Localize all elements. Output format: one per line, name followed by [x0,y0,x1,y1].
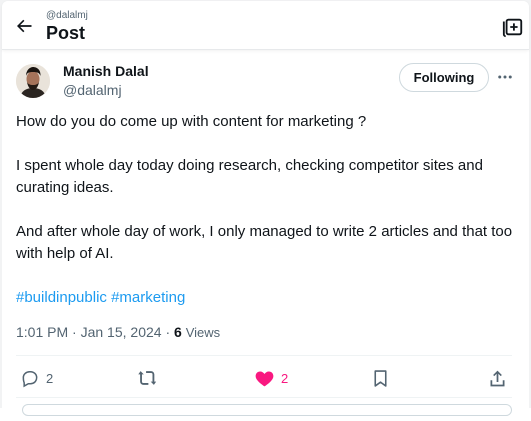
add-to-list-button[interactable] [501,15,525,39]
views-label: Views [185,325,221,340]
page-title: Post [46,23,86,43]
following-button[interactable]: Following [399,63,489,92]
share-icon [490,370,505,386]
share-button[interactable] [487,366,508,390]
hashtag-link[interactable]: #marketing [111,289,185,306]
post-text-paragraph-3: And after whole day of work, I only mana… [16,223,513,262]
author-handle[interactable]: @dalalmj [63,82,122,98]
post-date[interactable]: Jan 15, 2024 [81,324,162,340]
hashtag-link[interactable]: #buildinpublic [16,289,107,306]
post-text-paragraph-1: How do you do come up with content for m… [16,113,367,130]
post-time[interactable]: 1:01 PM [16,324,68,340]
divider [16,397,512,398]
repost-button[interactable] [136,366,158,390]
arrow-left-icon [17,19,32,33]
reply-icon [22,371,38,388]
divider [16,355,512,356]
bookmark-icon [374,369,387,387]
more-horizontal-icon [498,75,512,79]
views-count: 6 [174,324,182,340]
meta-separator: · [165,324,175,340]
bookmark-button[interactable] [370,366,391,390]
heart-filled-icon [255,371,274,386]
header-bar: @dalalmj Post [2,1,529,50]
header-handle: @dalalmj [46,10,88,21]
reply-count: 2 [46,370,54,386]
like-count: 2 [281,370,289,386]
reply-composer-edge [22,404,512,416]
post-meta: 1:01 PM · Jan 15, 2024 · 6 Views [16,323,220,342]
meta-separator: · [72,324,81,340]
hashtags: #buildinpublic #marketing [16,287,185,309]
repost-icon [138,371,157,385]
more-options-button[interactable] [494,66,516,88]
back-button[interactable] [12,14,36,38]
reply-button[interactable]: 2 [20,366,53,390]
like-button[interactable]: 2 [254,366,288,390]
app-window: @dalalmj Post Manish Dalal @dalalmj Foll… [0,0,531,421]
author-name[interactable]: Manish Dalal [63,63,149,79]
post-text-paragraph-2: I spent whole day today doing research, … [16,157,483,196]
avatar[interactable] [16,64,50,98]
add-stack-icon [502,18,523,38]
profile-photo [16,64,50,98]
